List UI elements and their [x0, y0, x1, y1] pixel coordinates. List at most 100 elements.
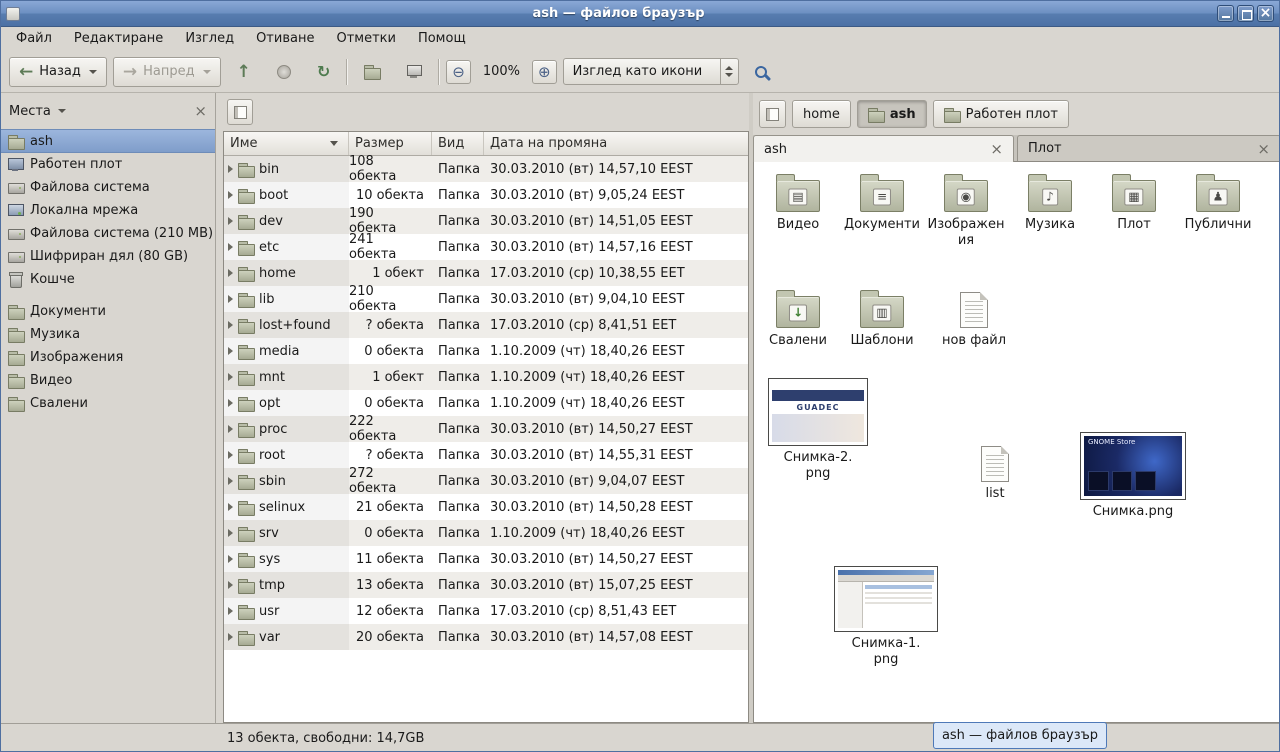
file-item[interactable]: нов файл: [932, 292, 1016, 349]
pane-button[interactable]: [227, 99, 253, 125]
folder-item[interactable]: Видео: [756, 172, 840, 249]
image-item[interactable]: GUADEC Снимка-2.png: [768, 378, 868, 482]
table-row[interactable]: usr 12 обекта Папка 17.03.2010 (ср) 8,51…: [224, 598, 748, 624]
tab-plot[interactable]: Плот ×: [1017, 135, 1280, 161]
tab-close-icon[interactable]: ×: [982, 142, 1003, 156]
minimize-button[interactable]: [1217, 5, 1234, 22]
column-header-name[interactable]: Име: [224, 132, 349, 155]
tab-close-icon[interactable]: ×: [1249, 142, 1270, 156]
table-row[interactable]: etc 241 обекта Папка 30.03.2010 (вт) 14,…: [224, 234, 748, 260]
path-bar-button[interactable]: [759, 100, 786, 128]
sidebar-item[interactable]: Файлова система (210 MB): [1, 222, 215, 245]
expander-icon[interactable]: [228, 555, 233, 563]
tab-ash[interactable]: ash ×: [753, 135, 1014, 162]
folder-item[interactable]: Свалени: [756, 288, 840, 349]
expander-icon[interactable]: [228, 373, 233, 381]
sidebar-item[interactable]: Кошче: [1, 268, 215, 291]
folder-item[interactable]: Плот: [1092, 172, 1176, 249]
sidebar-item[interactable]: Документи: [1, 300, 215, 323]
folder-item[interactable]: Документи: [840, 172, 924, 249]
image-item[interactable]: Снимка-1.png: [834, 566, 938, 668]
folder-item[interactable]: Публични: [1176, 172, 1260, 249]
table-row[interactable]: lost+found ? обекта Папка 17.03.2010 (ср…: [224, 312, 748, 338]
back-button[interactable]: Назад: [9, 57, 107, 87]
sidebar-item[interactable]: ash: [1, 129, 215, 153]
expander-icon[interactable]: [228, 347, 233, 355]
table-row[interactable]: dev 190 обекта Папка 30.03.2010 (вт) 14,…: [224, 208, 748, 234]
folder-item[interactable]: Шаблони: [840, 288, 924, 349]
menu-item[interactable]: Отиване: [245, 27, 325, 51]
zoom-in-button[interactable]: [532, 60, 557, 84]
table-row[interactable]: sys 11 обекта Папка 30.03.2010 (вт) 14,5…: [224, 546, 748, 572]
expander-icon[interactable]: [228, 607, 233, 615]
reload-button[interactable]: [307, 57, 340, 87]
expander-icon[interactable]: [228, 295, 233, 303]
up-button[interactable]: [227, 57, 261, 87]
expander-icon[interactable]: [228, 451, 233, 459]
sidebar-item[interactable]: Свалени: [1, 392, 215, 415]
table-row[interactable]: media 0 обекта Папка 1.10.2009 (чт) 18,4…: [224, 338, 748, 364]
breadcrumb-ash[interactable]: ash: [857, 100, 927, 128]
menu-item[interactable]: Помощ: [407, 27, 477, 51]
sidebar-close-icon[interactable]: ×: [194, 104, 207, 119]
expander-icon[interactable]: [228, 217, 233, 225]
table-row[interactable]: srv 0 обекта Папка 1.10.2009 (чт) 18,40,…: [224, 520, 748, 546]
expander-icon[interactable]: [228, 529, 233, 537]
table-row[interactable]: lib 210 обекта Папка 30.03.2010 (вт) 9,0…: [224, 286, 748, 312]
menu-item[interactable]: Отметки: [325, 27, 406, 51]
titlebar[interactable]: ash — файлов браузър: [1, 1, 1279, 27]
image-item[interactable]: GNOME Store Снимка.png: [1078, 432, 1188, 520]
table-row[interactable]: proc 222 обекта Папка 30.03.2010 (вт) 14…: [224, 416, 748, 442]
sidebar-item[interactable]: Файлова система: [1, 176, 215, 199]
table-row[interactable]: home 1 обект Папка 17.03.2010 (ср) 10,38…: [224, 260, 748, 286]
table-row[interactable]: opt 0 обекта Папка 1.10.2009 (чт) 18,40,…: [224, 390, 748, 416]
expander-icon[interactable]: [228, 477, 233, 485]
view-mode-select[interactable]: Изглед като икони: [563, 58, 739, 85]
file-item[interactable]: list: [960, 446, 1030, 502]
folder-item[interactable]: Музика: [1008, 172, 1092, 249]
menu-item[interactable]: Изглед: [174, 27, 245, 51]
sidebar-item[interactable]: Шифриран дял (80 GB): [1, 245, 215, 268]
expander-icon[interactable]: [228, 503, 233, 511]
folder-item[interactable]: Изображения: [924, 172, 1008, 249]
expander-icon[interactable]: [228, 269, 233, 277]
zoom-out-button[interactable]: [446, 60, 471, 84]
sidebar-item[interactable]: Музика: [1, 323, 215, 346]
menu-item[interactable]: Редактиране: [63, 27, 174, 51]
table-row[interactable]: mnt 1 обект Папка 1.10.2009 (чт) 18,40,2…: [224, 364, 748, 390]
column-header-date[interactable]: Дата на промяна: [484, 132, 748, 155]
sidebar-item[interactable]: Работен плот: [1, 153, 215, 176]
search-button[interactable]: [745, 57, 777, 87]
table-row[interactable]: tmp 13 обекта Папка 30.03.2010 (вт) 15,0…: [224, 572, 748, 598]
maximize-button[interactable]: [1237, 5, 1254, 22]
expander-icon[interactable]: [228, 165, 233, 173]
expander-icon[interactable]: [228, 399, 233, 407]
expander-icon[interactable]: [228, 191, 233, 199]
stop-button[interactable]: [267, 57, 301, 87]
home-button[interactable]: [354, 57, 390, 87]
breadcrumb-desktop[interactable]: Работен плот: [933, 100, 1069, 128]
sidebar-mode-chevron-icon[interactable]: [58, 109, 66, 113]
sidebar-item[interactable]: Изображения: [1, 346, 215, 369]
expander-icon[interactable]: [228, 633, 233, 641]
column-header-type[interactable]: Вид: [432, 132, 484, 155]
table-row[interactable]: var 20 обекта Папка 30.03.2010 (вт) 14,5…: [224, 624, 748, 650]
table-row[interactable]: sbin 272 обекта Папка 30.03.2010 (вт) 9,…: [224, 468, 748, 494]
icon-label: Изображения: [926, 217, 1006, 249]
expander-icon[interactable]: [228, 321, 233, 329]
expander-icon[interactable]: [228, 581, 233, 589]
sidebar-item[interactable]: Локална мрежа: [1, 199, 215, 222]
table-row[interactable]: boot 10 обекта Папка 30.03.2010 (вт) 9,0…: [224, 182, 748, 208]
table-row[interactable]: bin 108 обекта Папка 30.03.2010 (вт) 14,…: [224, 156, 748, 182]
forward-button[interactable]: Напред: [113, 57, 221, 87]
table-row[interactable]: selinux 21 обекта Папка 30.03.2010 (вт) …: [224, 494, 748, 520]
table-row[interactable]: root ? обекта Папка 30.03.2010 (вт) 14,5…: [224, 442, 748, 468]
sidebar-item[interactable]: Видео: [1, 369, 215, 392]
close-button[interactable]: [1257, 5, 1274, 22]
computer-button[interactable]: [396, 57, 432, 87]
column-header-size[interactable]: Размер: [349, 132, 432, 155]
breadcrumb-home[interactable]: home: [792, 100, 851, 128]
expander-icon[interactable]: [228, 243, 233, 251]
expander-icon[interactable]: [228, 425, 233, 433]
menu-item[interactable]: Файл: [5, 27, 63, 51]
